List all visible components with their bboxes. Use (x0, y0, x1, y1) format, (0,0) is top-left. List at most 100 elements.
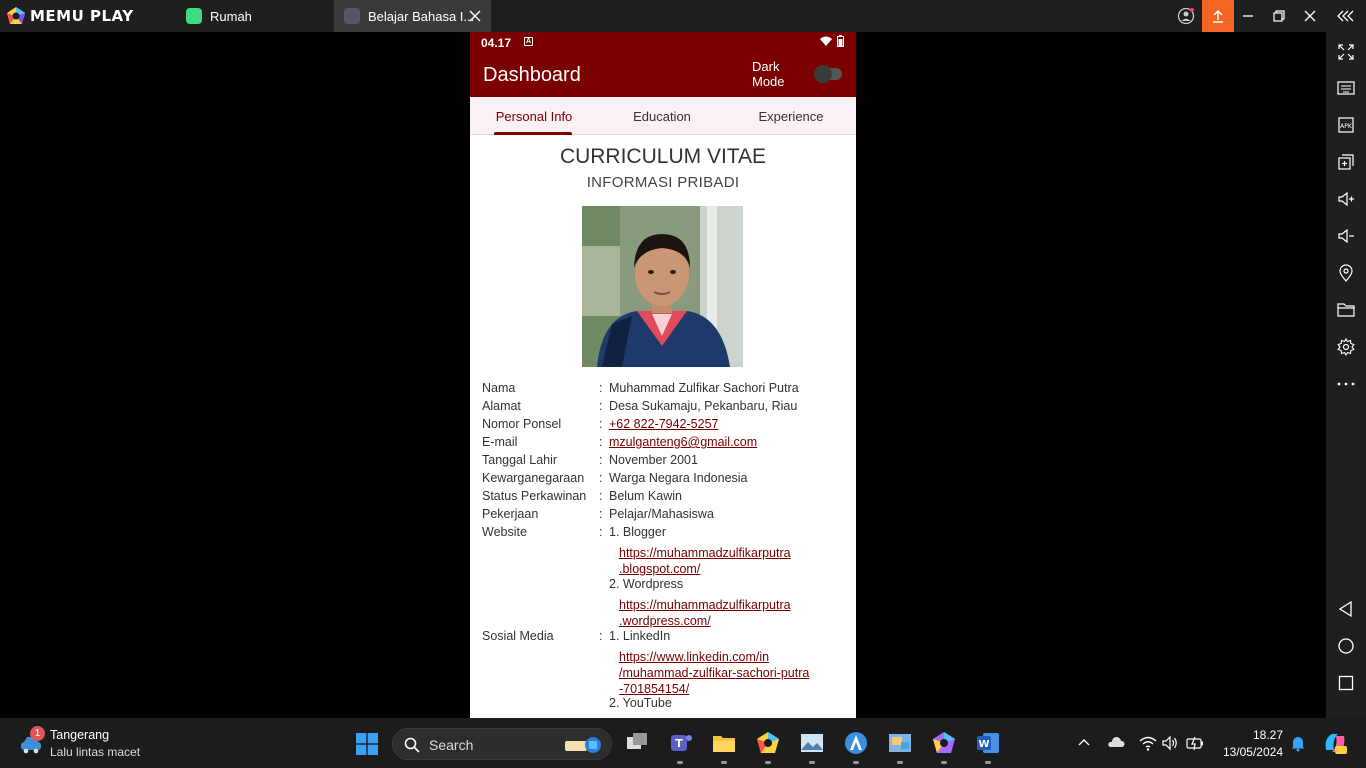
volume-down-button[interactable] (1334, 224, 1358, 248)
photos-running-indicator (809, 761, 815, 764)
volume-down-icon (1338, 228, 1354, 244)
info-row-website-2: 2. Wordpress (482, 577, 846, 595)
task-view-icon[interactable] (624, 730, 650, 756)
taskbar-search[interactable]: Search (392, 728, 612, 760)
clock-date[interactable]: 13/05/2024 (1220, 745, 1283, 759)
restore-icon (1273, 10, 1285, 22)
keyboard-icon (1337, 81, 1355, 95)
settings-button[interactable] (1334, 335, 1358, 359)
keyboard-button[interactable] (1334, 76, 1358, 100)
wordpress-link[interactable]: https://muhammadzulfikarputra .wordpress… (619, 597, 829, 629)
chevrons-left-icon (1337, 10, 1354, 22)
minimize-icon (1243, 15, 1253, 17)
cv-tab-bar: Personal Info Education Experience (470, 97, 856, 135)
more-dots-icon (1337, 382, 1355, 386)
notification-bell-icon[interactable] (1289, 734, 1307, 752)
colon: : (599, 629, 603, 643)
app-thumbnail-icon (344, 8, 360, 24)
dark-mode-toggle[interactable] (814, 65, 842, 83)
sosmed-item-youtube: 2. YouTube (609, 696, 672, 710)
weather-status: Lalu lintas macet (50, 745, 141, 759)
linkedin-link[interactable]: https://www.linkedin.com/in /muhammad-zu… (619, 649, 829, 697)
collapse-sidebar-button[interactable] (1330, 0, 1362, 32)
tab-belajar-bahasa[interactable]: Belajar Bahasa I... (334, 0, 491, 32)
label-lahir: Tanggal Lahir (482, 453, 558, 467)
app-bar: Dashboard Dark Mode (470, 52, 856, 97)
tab-experience[interactable]: Experience (726, 97, 856, 135)
wifi-icon (820, 36, 832, 46)
upload-icon (1213, 9, 1223, 23)
minimize-button[interactable] (1232, 0, 1264, 32)
onedrive-cloud-icon[interactable] (1107, 734, 1125, 752)
multi-instance-button[interactable] (1334, 150, 1358, 174)
tab-belajar-label: Belajar Bahasa I... (368, 8, 475, 24)
volume-up-button[interactable] (1334, 187, 1358, 211)
file-explorer-icon[interactable] (711, 730, 737, 756)
android-recents-button[interactable] (1334, 671, 1358, 695)
linkedin-link-line3: -701854154/ (619, 682, 690, 696)
svg-text:T: T (675, 737, 683, 750)
teams-icon[interactable]: T (668, 730, 694, 756)
windows-start-icon[interactable] (356, 733, 378, 755)
value-status: Belum Kawin (609, 489, 682, 503)
status-time: 04.17 (481, 36, 512, 50)
info-row-lahir: Tanggal Lahir : November 2001 (482, 453, 846, 471)
memu-app-icon[interactable] (755, 730, 781, 756)
memu-brand-text: MEMU PLAY (30, 7, 134, 25)
close-icon (1304, 10, 1316, 22)
android-back-button[interactable] (1334, 597, 1358, 621)
wifi-tray-icon[interactable] (1139, 734, 1157, 752)
close-tab-icon[interactable] (467, 8, 483, 24)
speaker-icon[interactable] (1161, 734, 1179, 752)
restore-button[interactable] (1263, 0, 1295, 32)
apk-install-button[interactable]: APK (1334, 113, 1358, 137)
image-viewer-icon[interactable] (887, 730, 913, 756)
search-icon (404, 737, 420, 753)
battery-charging-icon[interactable] (1186, 734, 1204, 752)
info-row-kewarganegaraan: Kewarganegaraan : Warga Negara Indonesia (482, 471, 846, 489)
shared-folder-button[interactable] (1334, 298, 1358, 322)
apk-icon: APK (1338, 117, 1354, 133)
android-home-button[interactable] (1334, 634, 1358, 658)
clock-time[interactable]: 18.27 (1250, 728, 1283, 742)
email-link[interactable]: mzulganteng6@gmail.com (609, 435, 757, 449)
colon: : (599, 525, 603, 539)
chevron-up-icon[interactable] (1075, 734, 1093, 752)
label-website: Website (482, 525, 527, 539)
fullscreen-button[interactable] (1334, 40, 1358, 64)
location-button[interactable] (1334, 261, 1358, 285)
tab-rumah[interactable]: Rumah (176, 0, 332, 32)
colon: : (599, 399, 603, 413)
info-row-status: Status Perkawinan : Belum Kawin (482, 489, 846, 507)
memu-multi-icon[interactable] (931, 730, 957, 756)
gear-icon (1337, 338, 1355, 356)
toggle-knob (814, 65, 832, 83)
notification-a-icon: A (524, 37, 533, 46)
tab-education[interactable]: Education (598, 97, 726, 135)
linkedin-link-line2: /muhammad-zulfikar-sachori-putra (619, 666, 810, 680)
home-circle-icon (1338, 638, 1354, 654)
close-button[interactable] (1294, 0, 1326, 32)
tab-rumah-label: Rumah (210, 8, 252, 24)
dark-mode-label: Dark Mode (752, 59, 785, 89)
colon: : (599, 453, 603, 467)
phone-link[interactable]: +62 822-7942-5257 (609, 417, 718, 431)
copilot-icon[interactable] (1322, 730, 1348, 756)
upload-button[interactable] (1202, 0, 1234, 32)
more-button[interactable] (1334, 372, 1358, 396)
word-running-indicator (985, 761, 991, 764)
value-alamat: Desa Sukamaju, Pekanbaru, Riau (609, 399, 798, 413)
word-icon[interactable]: W (975, 730, 1001, 756)
value-pekerjaan: Pelajar/Mahasiswa (609, 507, 714, 521)
blogger-link[interactable]: https://muhammadzulfikarputra .blogspot.… (619, 545, 829, 577)
memu-multi-running-indicator (941, 761, 947, 764)
photos-app-icon[interactable] (799, 730, 825, 756)
tab-personal-info[interactable]: Personal Info (470, 97, 598, 135)
account-button[interactable] (1170, 0, 1202, 32)
info-row-ponsel: Nomor Ponsel : +62 822-7942-5257 (482, 417, 846, 435)
label-status: Status Perkawinan (482, 489, 587, 503)
linkedin-link-line1: https://www.linkedin.com/in (619, 650, 770, 664)
weather-location: Tangerang (50, 728, 110, 742)
android-studio-icon[interactable] (843, 730, 869, 756)
label-sosmed: Sosial Media (482, 629, 554, 643)
